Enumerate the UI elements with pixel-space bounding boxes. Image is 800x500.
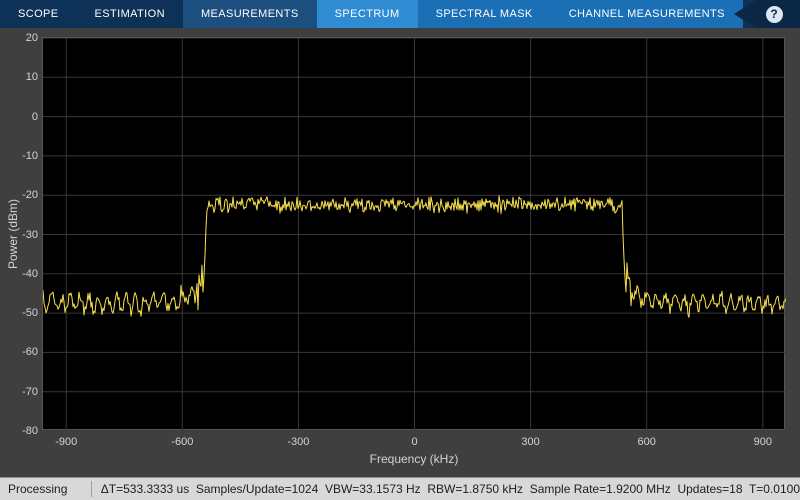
x-tick-label: 0 xyxy=(411,436,418,448)
help-icon: ? xyxy=(765,5,783,23)
x-axis-ticks: -900 -600 -300 0 300 600 900 xyxy=(0,435,800,449)
tab-channel-measurements[interactable]: CHANNEL MEASUREMENTS xyxy=(550,0,743,28)
y-tick-label: -70 xyxy=(22,385,38,398)
x-tick-label: 300 xyxy=(521,436,540,448)
y-axis-ticks: 20 10 0 -10 -20 -30 -40 -50 -60 -70 -80 xyxy=(0,28,38,477)
y-tick-label: 0 xyxy=(31,110,38,123)
help-button[interactable]: ? xyxy=(734,0,800,28)
tab-estimation[interactable]: ESTIMATION xyxy=(77,0,183,28)
x-tick-label: 900 xyxy=(753,436,772,448)
spectrum-trace xyxy=(43,38,786,431)
x-tick-label: -600 xyxy=(171,436,194,448)
status-stats: ΔT=533.3333 us Samples/Update=1024 VBW=3… xyxy=(100,482,800,496)
y-tick-label: -10 xyxy=(22,149,38,162)
x-tick-label: 600 xyxy=(637,436,656,448)
y-tick-label: 20 xyxy=(25,32,38,44)
status-state: Processing xyxy=(8,482,68,496)
y-tick-label: -30 xyxy=(22,228,38,241)
spectrum-plot[interactable] xyxy=(42,37,786,431)
y-tick-label: -40 xyxy=(22,267,38,280)
status-bar: Processing ΔT=533.3333 us Samples/Update… xyxy=(0,477,800,500)
tab-scope[interactable]: SCOPE xyxy=(0,0,77,28)
plot-region: Power (dBm) 20 10 0 -10 -20 -30 -40 -50 -60 -70 -8… xyxy=(0,28,800,477)
tab-spectral-mask[interactable]: SPECTRAL MASK xyxy=(417,0,551,28)
x-axis-label: Frequency (kHz) xyxy=(369,452,459,466)
spectrum-analyzer-window: SCOPE ESTIMATION MEASUREMENTS SPECTRUM S… xyxy=(0,0,800,500)
toolbar: SCOPE ESTIMATION MEASUREMENTS SPECTRUM S… xyxy=(0,0,800,28)
y-tick-label: 10 xyxy=(25,71,38,84)
tab-measurements[interactable]: MEASUREMENTS xyxy=(182,0,317,28)
y-tick-label: -60 xyxy=(22,346,38,359)
x-tick-label: -900 xyxy=(55,436,78,448)
x-tick-label: -300 xyxy=(287,436,310,448)
y-tick-label: -20 xyxy=(22,189,38,202)
y-tick-label: -50 xyxy=(22,307,38,320)
tab-spectrum[interactable]: SPECTRUM xyxy=(316,0,418,28)
